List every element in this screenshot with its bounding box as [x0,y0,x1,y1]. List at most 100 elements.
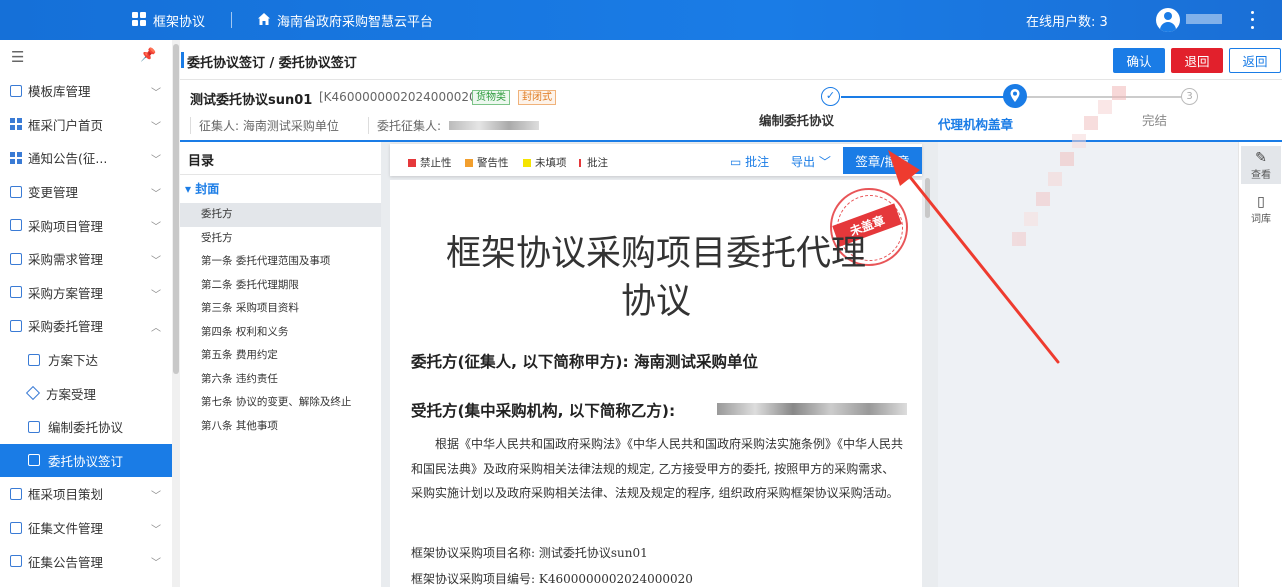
party-b-redacted [717,403,907,415]
sidebar-item-procurement-projects[interactable]: 采购项目管理 ﹀ [0,208,172,242]
comment-icon: ▭ [730,155,742,169]
sidebar-item-notices[interactable]: 通知公告(征... ﹀ [0,141,172,175]
sidebar-item-label: 采购项目管理 [28,218,104,234]
sidebar-item-label: 委托协议签订 [48,453,124,469]
page-header: 委托协议签订 / 委托协议签订 确认 退回 返回 [180,40,1282,80]
sidebar-item-label: 编制委托协议 [48,420,124,436]
toc-item[interactable]: 第一条 委托代理范围及事项 [180,250,381,274]
menu-icon[interactable]: ☰ [11,48,24,66]
sidebar-item-framework-planning[interactable]: 框采项目策划 ﹀ [0,477,172,511]
sidebar-subitem-draft-agreement[interactable]: 编制委托协议 [0,410,172,444]
table-of-contents: 目录 ▾ 封面 委托方 受托方 第一条 委托代理范围及事项 第二条 委托代理期限… [180,142,381,587]
sidebar-item-solicitation-notices[interactable]: 征集公告管理 ﹀ [0,544,172,578]
toc-section-cover[interactable]: ▾ 封面 [185,180,219,197]
step-current-location-icon [1003,84,1027,108]
toc-item[interactable]: 第八条 其他事项 [180,415,381,439]
document-body: 根据《中华人民共和国政府采购法》《中华人民共和国政府采购法实施条例》《中华人民共… [411,437,904,500]
folder-icon [10,219,22,232]
toc-item[interactable]: 受托方 [180,227,381,251]
platform-name[interactable]: 海南省政府采购智慧云平台 [277,11,433,30]
divider [231,12,232,28]
toc-item[interactable]: 第二条 委托代理期限 [180,274,381,298]
return-button[interactable]: 返回 [1229,48,1281,73]
sidebar-item-label: 采购方案管理 [28,285,104,301]
sidebar-subitem-plan-accept[interactable]: 方案受理 [0,376,172,410]
more-vertical-icon[interactable] [1245,9,1259,31]
chevron-down-icon: ﹀ [151,491,161,503]
chevron-down-icon: ﹀ [151,121,161,133]
title-accent-bar [181,52,184,68]
document-scrollbar[interactable] [925,178,930,218]
document-icon [10,555,22,568]
sidebar-item-change-management[interactable]: 变更管理 ﹀ [0,175,172,209]
party-a: 委托方(征集人, 以下简称甲方): 海南测试采购单位 [411,353,759,371]
tool-label: 查看 [1251,170,1271,181]
diamond-icon [25,386,41,401]
toc-item[interactable]: 委托方 [180,203,381,227]
step-connector [841,96,1005,98]
sidebar: ☰ 📌 模板库管理 ﹀ 框采门户首页 ﹀ 通知公告(征... ﹀ 变更管理 ﹀ 采购项目… [0,40,172,587]
document-icon [10,286,22,299]
download-doc-icon [28,353,40,366]
sign-seal-button[interactable]: 签章/撤章 [843,147,922,174]
sidebar-item-label: 方案下达 [48,353,99,369]
chevron-down-icon: ﹀ [818,155,831,169]
document-page: 未盖章 框架协议采购项目委托代理 协议 委托方(征集人, 以下简称甲方): 海南测… [390,180,922,587]
toc-item[interactable]: 第七条 协议的变更、解除及终止 [180,391,381,415]
document-toolbar: 禁止性 警告性 未填项 批注 ▭ 批注 导出 ﹀ 签章/撤章 [390,144,922,176]
toc-item[interactable]: 第四条 权利和义务 [180,321,381,345]
project-info-bar: 测试委托协议sun01 [K4600000002024000020] 货物类 封… [180,80,1282,142]
project-title: 测试委托协议sun01 [190,93,313,108]
sidebar-item-label: 采购需求管理 [28,252,104,268]
user-name-redacted[interactable] [1186,14,1222,24]
user-avatar[interactable] [1156,8,1180,32]
confirm-button[interactable]: 确认 [1113,48,1165,73]
annotate-button[interactable]: ▭ 批注 [730,153,769,170]
sidebar-item-label: 采购委托管理 [28,319,104,335]
sidebar-scrollbar[interactable] [172,40,180,587]
breadcrumb: 委托协议签订 / 委托协议签订 [187,56,357,71]
right-toolbar: ✎ 查看 ▯ 词库 [1238,142,1282,587]
send-back-button[interactable]: 退回 [1171,48,1223,73]
chevron-down-icon: ﹀ [151,222,161,234]
legend-label: 禁止性 [420,157,452,169]
sidebar-item-solicitation-docs[interactable]: 征集文件管理 ﹀ [0,511,172,545]
sidebar-item-procurement-entrust[interactable]: 采购委托管理 ︿ [0,309,172,343]
legend-warning: 警告性 [465,155,509,170]
step-connector [1025,96,1181,98]
online-users-count: 在线用户数: 3 [1026,15,1108,30]
view-tool[interactable]: ✎ 查看 [1241,146,1281,184]
sidebar-subitem-plan-issue[interactable]: 方案下达 [0,343,172,377]
export-dropdown[interactable]: 导出 ﹀ [791,153,831,170]
sidebar-subitem-sign-agreement[interactable]: 委托协议签订 [0,443,172,478]
toc-item[interactable]: 第三条 采购项目资料 [180,297,381,321]
sidebar-item-procurement-requirements[interactable]: 采购需求管理 ﹀ [0,242,172,276]
legend-unfilled: 未填项 [523,155,567,170]
lexicon-tool[interactable]: ▯ 词库 [1241,192,1281,228]
sidebar-item-procurement-plans[interactable]: 采购方案管理 ﹀ [0,276,172,310]
document-icon [10,319,22,332]
legend-swatch [408,158,416,167]
legend-swatch [579,158,581,167]
toc-item[interactable]: 第六条 违约责任 [180,368,381,392]
sidebar-item-label: 变更管理 [28,185,79,201]
sign-doc-icon [28,454,40,467]
scrollbar-thumb[interactable] [173,44,179,374]
sidebar-item-template-library[interactable]: 模板库管理 ﹀ [0,74,172,108]
project-code: [K4600000002024000020] [319,90,482,104]
toc-header: 目录 [188,154,215,169]
step-done-check-icon: ✓ [821,87,840,106]
party-b: 受托方(集中采购机构, 以下简称乙方): [411,402,676,420]
legend-label: 警告性 [477,157,509,169]
sidebar-item-portal-home[interactable]: 框采门户首页 ﹀ [0,108,172,142]
chevron-down-icon: ﹀ [151,289,161,301]
chevron-down-icon: ﹀ [151,558,161,570]
home-icon[interactable] [257,12,271,26]
app-name[interactable]: 框架协议 [153,11,205,30]
toc-item[interactable]: 第五条 费用约定 [180,344,381,368]
apps-icon[interactable] [132,12,146,26]
entrusted-collector-redacted [449,121,539,130]
pin-icon[interactable]: 📌 [140,48,156,63]
sidebar-item-label: 框采项目策划 [28,487,104,503]
right-panel [938,142,1238,587]
